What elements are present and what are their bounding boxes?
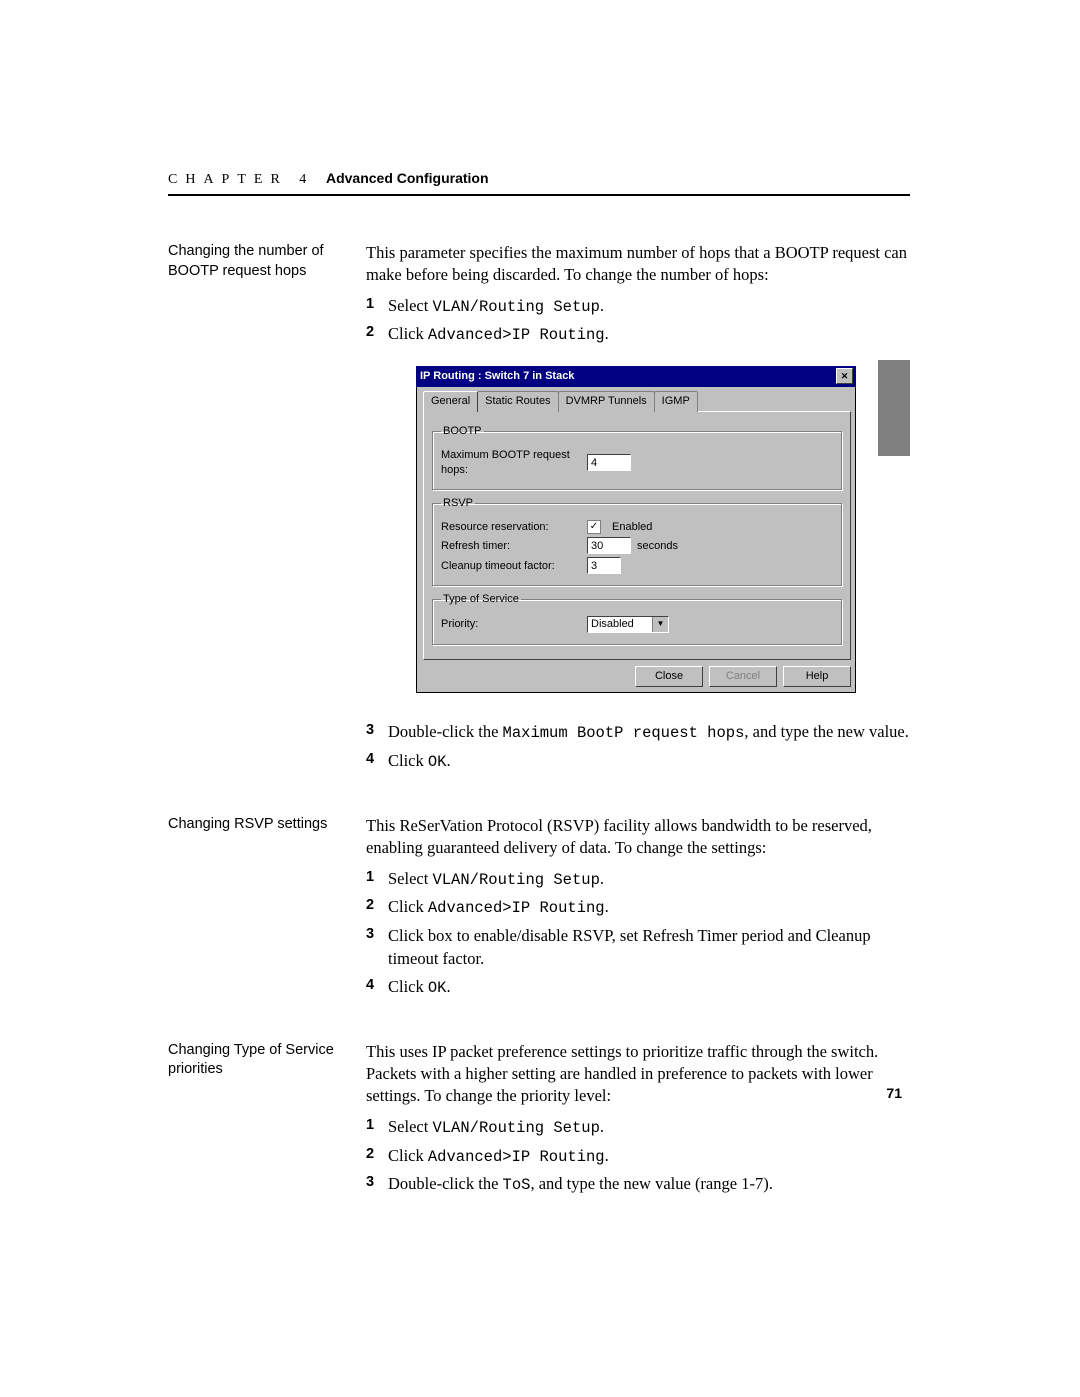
rsvp-reservation-label: Resource reservation: [441,520,587,535]
bootp-step2: Click Advanced>IP Routing. [388,323,910,346]
step-number: 2 [366,323,388,346]
rsvp-cleanup-label: Cleanup timeout factor: [441,559,587,574]
tos-step2: Click Advanced>IP Routing. [388,1145,910,1168]
step-number: 2 [366,1145,388,1168]
group-bootp-legend: BOOTP [441,424,484,439]
bootp-intro: This parameter specifies the maximum num… [366,242,910,287]
chevron-down-icon: ▼ [652,617,668,632]
rsvp-refresh-input[interactable] [587,537,631,554]
rsvp-step4: Click OK. [388,976,910,999]
bootp-hops-label: Maximum BOOTP request hops: [441,448,587,478]
tab-general[interactable]: General [423,391,478,412]
group-tos: Type of Service Priority: Disabled ▼ [432,592,842,645]
rsvp-step3: Click box to enable/disable RSVP, set Re… [388,925,910,970]
side-heading-tos: Changing Type of Service priorities [168,1041,366,1203]
tos-priority-dropdown[interactable]: Disabled ▼ [587,616,669,633]
step-number: 4 [366,750,388,773]
step-number: 3 [366,721,388,744]
step-number: 1 [366,295,388,318]
rsvp-intro: This ReSerVation Protocol (RSVP) facilit… [366,815,910,860]
page-header: CHAPTER 4 Advanced Configuration [168,170,910,196]
rsvp-enabled-text: Enabled [612,520,652,535]
group-tos-legend: Type of Service [441,592,521,607]
close-button[interactable]: Close [635,666,703,687]
tos-step1: Select VLAN/Routing Setup. [388,1116,910,1139]
ip-routing-dialog: IP Routing : Switch 7 in Stack ✕ General… [416,366,856,693]
chapter-label: CHAPTER 4 [168,172,314,187]
rsvp-step1: Select VLAN/Routing Setup. [388,868,910,891]
group-bootp: BOOTP Maximum BOOTP request hops: [432,424,842,490]
step-number: 3 [366,925,388,970]
step-number: 3 [366,1173,388,1196]
step-number: 1 [366,1116,388,1139]
tos-priority-label: Priority: [441,617,587,632]
section-edge-tab [878,360,910,456]
side-heading-bootp: Changing the number of BOOTP request hop… [168,242,366,779]
bootp-step4: Click OK. [388,750,910,773]
bootp-step3: Double-click the Maximum BootP request h… [388,721,910,744]
rsvp-cleanup-input[interactable] [587,557,621,574]
close-icon[interactable]: ✕ [836,368,853,384]
cancel-button: Cancel [709,666,777,687]
chapter-title: Advanced Configuration [326,170,489,186]
tos-intro: This uses IP packet preference settings … [366,1041,910,1108]
group-rsvp: RSVP Resource reservation: ✓ Enabled [432,496,842,587]
rsvp-refresh-unit: seconds [637,539,678,554]
bootp-step1: Select VLAN/Routing Setup. [388,295,910,318]
rsvp-refresh-label: Refresh timer: [441,539,587,554]
side-heading-rsvp: Changing RSVP settings [168,815,366,1005]
step-number: 1 [366,868,388,891]
group-rsvp-legend: RSVP [441,496,475,511]
tos-step3: Double-click the ToS, and type the new v… [388,1173,910,1196]
dialog-titlebar[interactable]: IP Routing : Switch 7 in Stack ✕ [416,366,856,387]
dialog-title: IP Routing : Switch 7 in Stack [420,369,574,384]
step-number: 4 [366,976,388,999]
rsvp-enabled-checkbox[interactable]: ✓ [587,520,601,534]
bootp-hops-input[interactable] [587,454,631,471]
rsvp-step2: Click Advanced>IP Routing. [388,896,910,919]
tab-dvmrp-tunnels[interactable]: DVMRP Tunnels [558,391,655,412]
help-button[interactable]: Help [783,666,851,687]
tab-static-routes[interactable]: Static Routes [477,391,558,412]
step-number: 2 [366,896,388,919]
page-number: 71 [886,1085,902,1101]
tab-igmp[interactable]: IGMP [654,391,698,412]
